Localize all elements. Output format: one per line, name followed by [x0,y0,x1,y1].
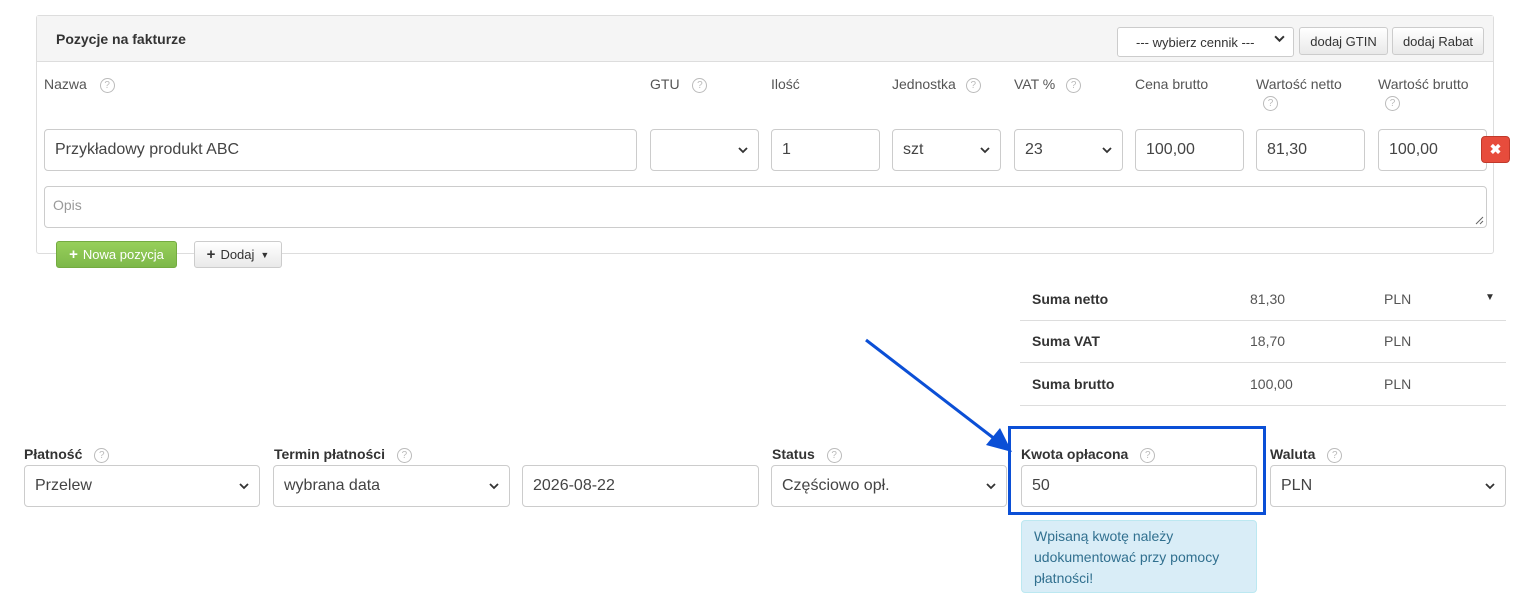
help-icon[interactable]: ? [1066,77,1082,93]
gross-value-input[interactable]: 100,00 [1378,129,1487,171]
chevron-down-icon [489,483,499,490]
help-icon[interactable]: ? [94,447,110,463]
plus-icon: + [206,246,216,263]
summary-label: Suma VAT [1032,333,1100,349]
help-icon[interactable]: ? [965,77,981,93]
summary-currency: PLN [1384,376,1412,392]
add-label: Dodaj [220,247,255,262]
help-icon[interactable]: ? [1385,96,1400,111]
col-cena-brutto: Cena brutto [1135,76,1209,92]
status-label: Status ? [772,446,842,463]
chevron-down-icon [986,483,996,490]
summary-label: Suma brutto [1032,376,1115,392]
chevron-down-icon [980,147,990,154]
summary-currency: PLN [1384,291,1412,307]
new-position-button[interactable]: + Nowa pozycja [56,241,177,268]
vat-value: 23 [1025,141,1043,158]
resize-handle-icon[interactable] [1475,216,1484,225]
payment-date-input[interactable]: 2026-08-22 [522,465,759,507]
pricelist-select-value: --- wybierz cennik --- [1136,34,1255,50]
col-wartosc-netto: Wartość netto? [1256,76,1342,111]
unit-value: szt [903,141,924,158]
plus-icon: + [69,246,78,263]
caret-down-icon[interactable]: ▼ [1485,292,1495,303]
col-vat: VAT % ? [1014,76,1082,93]
vat-select[interactable]: 23 [1014,129,1123,171]
net-value-input[interactable]: 81,30 [1256,129,1365,171]
payment-term-value: wybrana data [284,477,381,494]
status-select[interactable]: Częściowo opł. [771,465,1007,507]
chevron-down-icon [1274,35,1285,43]
gross-price-input[interactable]: 100,00 [1135,129,1244,171]
col-nazwa: Nazwa ? [44,76,115,93]
chevron-down-icon [239,483,249,490]
help-icon[interactable]: ? [826,447,842,463]
new-position-label: Nowa pozycja [82,247,164,262]
gtu-select[interactable] [650,129,759,171]
item-name-input[interactable]: Przykładowy produkt ABC [44,129,637,171]
help-icon[interactable]: ? [1263,96,1278,111]
summary-value: 18,70 [1250,333,1286,349]
help-icon[interactable]: ? [1327,447,1343,463]
help-icon[interactable]: ? [99,77,115,93]
quantity-input[interactable]: 1 [771,129,880,171]
arrow-annotation-icon [865,338,1012,452]
col-gtu: GTU ? [650,76,708,93]
status-value: Częściowo opł. [782,477,890,494]
payment-term-label: Termin płatności ? [274,446,412,463]
unit-select[interactable]: szt [892,129,1001,171]
add-dropdown-button[interactable]: + Dodaj ▼ [194,241,282,268]
currency-value: PLN [1281,477,1313,494]
payment-method-value: Przelew [35,477,92,494]
payment-term-select[interactable]: wybrana data [273,465,510,507]
pricelist-select[interactable]: --- wybierz cennik --- [1117,27,1294,57]
info-alert: Wpisaną kwotę należy udokumentować przy … [1021,520,1257,593]
chevron-down-icon [1102,147,1112,154]
chevron-down-icon [1485,483,1495,490]
summary-value: 81,30 [1250,291,1286,307]
caret-down-icon: ▼ [260,249,270,260]
currency-label: Waluta ? [1270,446,1343,463]
help-icon[interactable]: ? [396,447,412,463]
summary-row-vat: Suma VAT 18,70 PLN [1020,320,1506,363]
currency-select[interactable]: PLN [1270,465,1506,507]
payment-method-label: Płatność ? [24,446,110,463]
highlight-box [1008,426,1266,515]
col-ilosc: Ilość [771,76,800,92]
summary-row-brutto: Suma brutto 100,00 PLN [1020,363,1506,406]
payment-method-select[interactable]: Przelew [24,465,260,507]
col-wartosc-brutto: Wartość brutto? [1378,76,1469,111]
add-gtin-button[interactable]: dodaj GTIN [1299,27,1388,55]
chevron-down-icon [738,147,748,154]
add-rabat-button[interactable]: dodaj Rabat [1392,27,1484,55]
summary-value: 100,00 [1250,376,1293,392]
help-icon[interactable]: ? [692,77,708,93]
col-jednostka: Jednostka ? [892,76,981,93]
panel-title: Pozycje na fakturze [56,31,186,47]
summary-label: Suma netto [1032,291,1109,307]
summary-row-netto: Suma netto 81,30 PLN ▼ [1020,278,1506,321]
summary-currency: PLN [1384,333,1412,349]
description-textarea[interactable]: Opis [44,186,1487,228]
delete-item-button[interactable]: ✖ [1481,136,1510,163]
